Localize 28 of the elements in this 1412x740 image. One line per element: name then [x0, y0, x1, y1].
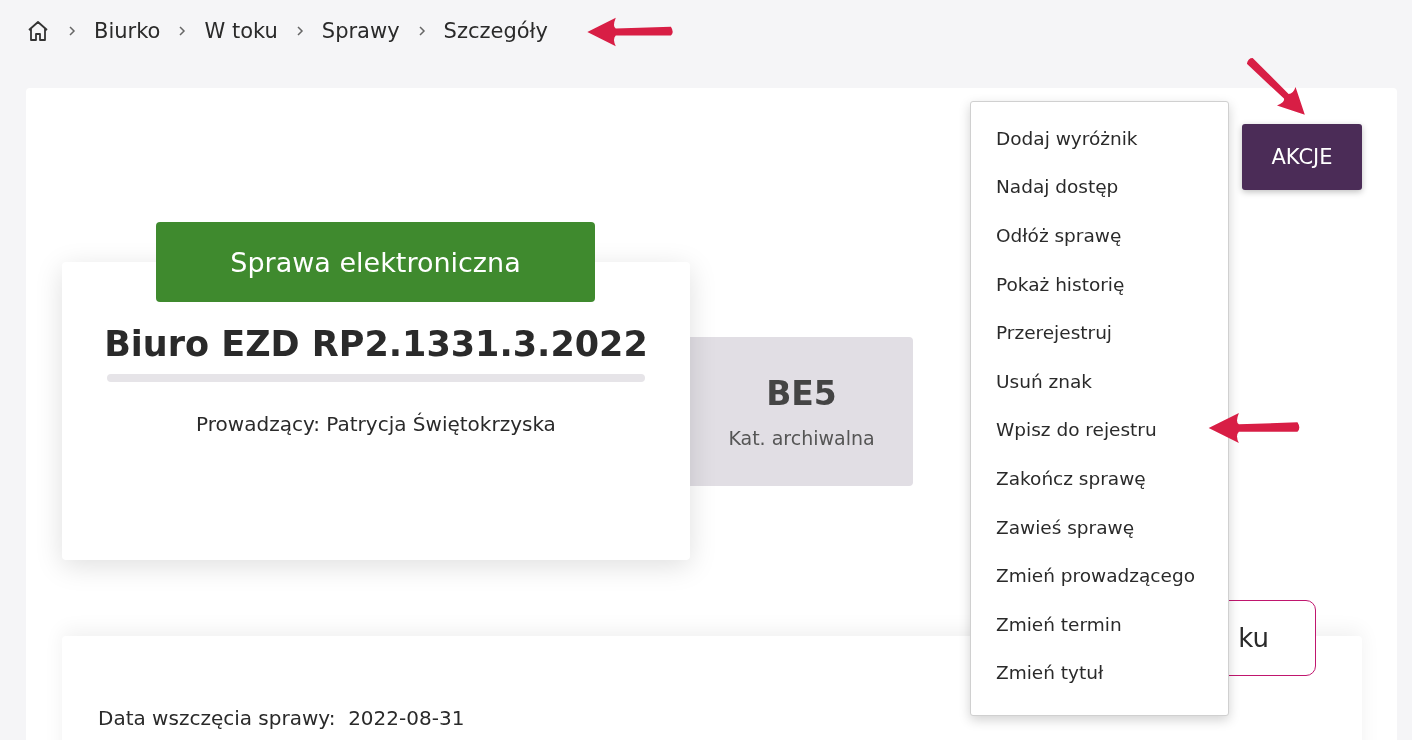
chevron-icon [417, 25, 426, 37]
menu-item[interactable]: Odłóż sprawę [996, 211, 1122, 260]
menu-item[interactable]: Usuń znak [996, 356, 1092, 406]
home-icon[interactable] [26, 19, 50, 43]
menu-item[interactable]: Nadaj dostęp [996, 162, 1119, 212]
case-type-label: Sprawa elektroniczna [156, 222, 595, 302]
menu-item[interactable]: Zmień prowadzącego [996, 551, 1195, 600]
archive-label: Kat. archiwalna [728, 427, 875, 449]
menu-item[interactable]: Zmień termin [996, 599, 1122, 649]
chevron-icon [295, 25, 304, 37]
archive-category: BE5 [766, 374, 837, 413]
chevron-icon [178, 25, 187, 37]
breadcrumb-link[interactable]: W toku [204, 19, 278, 43]
menu-item[interactable]: Wpisz do rejestru [996, 405, 1157, 455]
breadcrumb-link[interactable]: Szczegóły [443, 19, 548, 43]
case-signature: Biuro EZD RP2.1331.3.2022 [104, 324, 648, 364]
menu-item[interactable]: Zakończ sprawę [996, 454, 1146, 503]
menu-item[interactable]: Zmień tytuł [996, 648, 1104, 698]
menu-item[interactable]: Zawieś sprawę [996, 502, 1135, 552]
case-lead: Prowadzący: Patrycja Świętokrzyska [196, 412, 556, 436]
actions-button[interactable]: AKCJE [1242, 124, 1362, 190]
menu-item[interactable]: Przerejestruj [996, 308, 1112, 357]
breadcrumb-link[interactable]: Sprawy [321, 19, 400, 43]
breadcrumb-link[interactable]: Biurko [94, 19, 161, 43]
menu-item[interactable]: Dodaj wyróżnik [996, 114, 1138, 163]
chevron-icon [68, 25, 76, 37]
detail-row-text: Data wszczęcia sprawy: 2022-08-31 [98, 706, 466, 730]
menu-item[interactable]: Pokaż historię [996, 259, 1125, 309]
